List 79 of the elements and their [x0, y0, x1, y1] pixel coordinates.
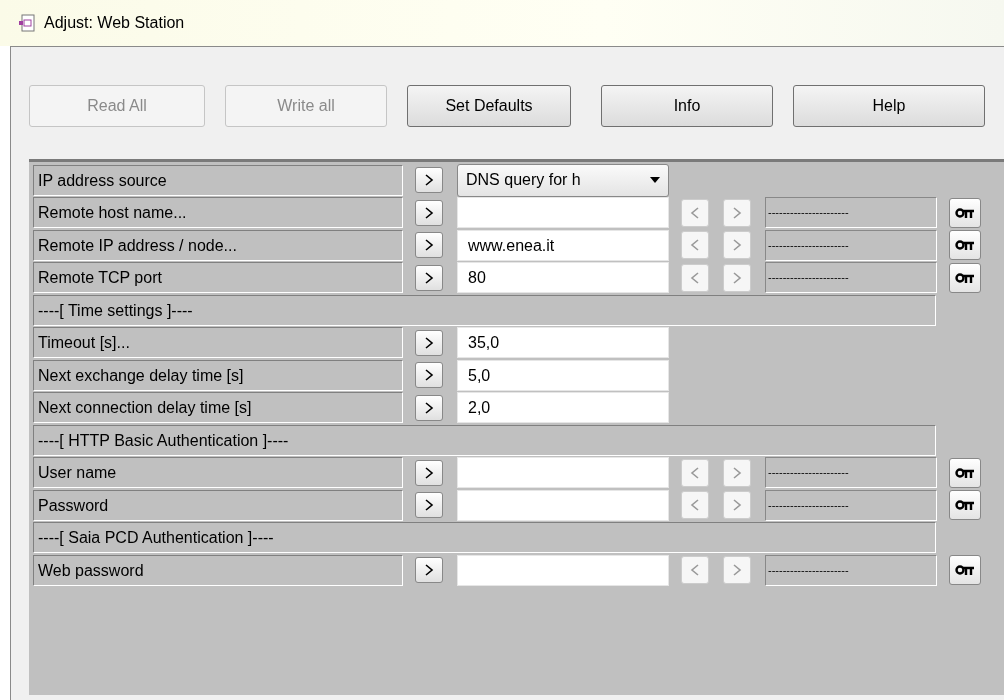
key-button[interactable]: [949, 230, 981, 261]
window-title: Adjust: Web Station: [44, 13, 185, 33]
chevron-right-icon: [424, 400, 434, 415]
row-label: Web password: [33, 554, 403, 586]
readout-text: ----------------------: [765, 262, 937, 294]
row-label: Password: [33, 489, 403, 521]
source-dropdown[interactable]: DNS query for h: [457, 163, 669, 197]
chevron-left-icon: [690, 238, 700, 253]
key-button[interactable]: [949, 197, 981, 228]
row-label: ----[ Time settings ]----: [33, 294, 936, 326]
chevron-right-icon: [732, 270, 742, 285]
chevron-right-icon: [424, 173, 434, 188]
readout-text: ----------------------: [765, 197, 937, 229]
send-arrow-button[interactable]: [415, 492, 443, 519]
caret-icon: [650, 177, 660, 184]
row-label: Next connection delay time [s]: [33, 392, 403, 424]
chevron-left-icon: [690, 205, 700, 220]
readout-text: ----------------------: [765, 457, 937, 489]
key-button[interactable]: [949, 457, 981, 488]
key-icon: [955, 206, 975, 219]
key-button[interactable]: [949, 490, 981, 521]
chevron-right-icon: [732, 465, 742, 480]
toolbar-button[interactable]: Help: [793, 85, 985, 127]
key-icon: [955, 239, 975, 252]
send-arrow-button[interactable]: [415, 167, 443, 194]
chevron-right-icon: [732, 205, 742, 220]
row-label: Timeout [s]...: [33, 327, 403, 359]
value-field[interactable]: 5,0: [457, 359, 669, 391]
chevron-left-icon: [690, 465, 700, 480]
chevron-right-icon: [424, 368, 434, 383]
row-label: User name: [33, 457, 403, 489]
value-field[interactable]: [457, 457, 669, 489]
chevron-right-icon: [732, 238, 742, 253]
send-arrow-button[interactable]: [415, 199, 443, 226]
toolbar-button[interactable]: Info: [601, 85, 773, 127]
chevron-right-icon: [424, 238, 434, 253]
send-arrow-button[interactable]: [415, 459, 443, 486]
key-icon: [955, 271, 975, 284]
value-field[interactable]: www.enea.it: [457, 229, 669, 261]
readout-text: ----------------------: [765, 229, 937, 261]
row-label: Remote host name...: [33, 197, 403, 229]
toolbar-button[interactable]: Set Defaults: [407, 85, 571, 127]
value-field[interactable]: [457, 489, 669, 521]
send-arrow-button[interactable]: [415, 264, 443, 291]
chevron-right-icon: [424, 465, 434, 480]
key-icon: [955, 564, 975, 577]
row-label: Remote IP address / node...: [33, 229, 403, 261]
send-arrow-button[interactable]: [415, 394, 443, 421]
chevron-right-icon: [424, 563, 434, 578]
key-button[interactable]: [949, 555, 981, 586]
chevron-right-icon: [424, 498, 434, 513]
chevron-right-icon: [424, 270, 434, 285]
row-label: ----[ Saia PCD Authentication ]----: [33, 522, 936, 554]
row-label: Remote TCP port: [33, 262, 403, 294]
chevron-left-icon: [690, 498, 700, 513]
value-field[interactable]: 35,0: [457, 327, 669, 359]
send-arrow-button[interactable]: [415, 557, 443, 584]
row-label: Next exchange delay time [s]: [33, 359, 403, 391]
send-arrow-button[interactable]: [415, 329, 443, 356]
readout-text: ----------------------: [765, 489, 937, 521]
chevron-right-icon: [424, 335, 434, 350]
readout-text: ----------------------: [765, 554, 937, 586]
send-arrow-button[interactable]: [415, 232, 443, 259]
chevron-right-icon: [732, 498, 742, 513]
row-label: ----[ HTTP Basic Authentication ]----: [33, 424, 936, 456]
chevron-left-icon: [690, 270, 700, 285]
value-field[interactable]: [457, 554, 669, 586]
key-icon: [955, 466, 975, 479]
chevron-left-icon: [690, 563, 700, 578]
value-field[interactable]: 2,0: [457, 392, 669, 424]
key-icon: [955, 499, 975, 512]
value-field[interactable]: [457, 197, 669, 229]
value-field[interactable]: 80: [457, 262, 669, 294]
send-arrow-button[interactable]: [415, 362, 443, 389]
key-button[interactable]: [949, 262, 981, 293]
chevron-right-icon: [424, 205, 434, 220]
row-label: IP address source: [33, 164, 403, 196]
chevron-right-icon: [732, 563, 742, 578]
app-icon: [18, 14, 36, 32]
